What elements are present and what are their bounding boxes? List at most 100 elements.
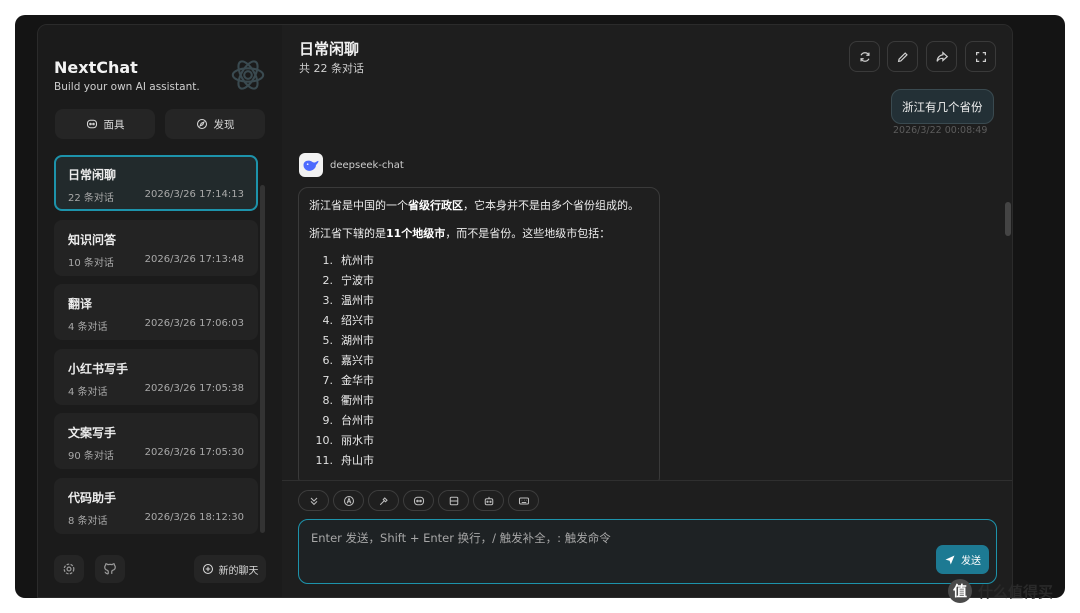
watermark-text: 什么值得买 — [978, 582, 1054, 601]
list-number: 5. — [322, 334, 334, 347]
brand-logo-icon — [231, 60, 265, 90]
sidebar-scrollbar[interactable] — [260, 185, 265, 533]
gear-icon — [63, 563, 75, 575]
session-item[interactable]: 小红书写手 4 条对话 2026/3/26 17:05:38 — [54, 348, 258, 405]
text-span: ，它本身并不是由多个省份组成的。 — [463, 199, 639, 212]
city-name: 杭州市 — [341, 254, 374, 267]
session-time: 2026/3/26 18:12:30 — [144, 511, 244, 523]
session-time: 2026/3/26 17:05:38 — [144, 382, 244, 394]
list-number: 7. — [322, 374, 334, 387]
bot-avatar — [299, 153, 323, 177]
edit-button[interactable] — [887, 41, 918, 72]
input-placeholder: Enter 发送，Shift + Enter 换行，/ 触发补全，: 触发命令 — [311, 531, 611, 545]
discover-button[interactable]: 发现 — [165, 109, 265, 139]
list-number: 1. — [322, 254, 334, 267]
theme-button[interactable] — [333, 490, 364, 511]
list-number: 6. — [322, 354, 334, 367]
prompt-icon — [379, 496, 388, 505]
chat-scrollbar[interactable] — [1005, 202, 1011, 236]
chat-title: 日常闲聊 — [299, 40, 360, 58]
app-window: NextChat Build your own AI assistant. 面具… — [37, 24, 1013, 598]
session-name: 翻译 — [68, 297, 93, 311]
watermark-badge: 值 — [948, 579, 972, 603]
session-count: 4 条对话 — [68, 386, 108, 398]
bot-message: 浙江省是中国的一个省级行政区，它本身并不是由多个省份组成的。 浙江省下辖的是11… — [298, 187, 660, 487]
pencil-icon — [897, 51, 908, 62]
list-number: 2. — [322, 274, 334, 287]
share-button[interactable] — [926, 41, 957, 72]
session-item[interactable]: 代码助手 8 条对话 2026/3/26 18:12:30 — [54, 477, 258, 534]
city-list: 1. 杭州市 2. 宁波市 3. 温州市 4. 绍兴市 5. 湖州市 6. 嘉兴市 7. 金华… — [309, 251, 649, 471]
list-number: 9. — [322, 414, 334, 427]
session-count: 10 条对话 — [68, 257, 114, 269]
github-icon — [104, 563, 116, 575]
break-icon — [449, 496, 458, 505]
new-chat-label: 新的聊天 — [218, 565, 259, 577]
list-item: 2. 宁波市 — [309, 271, 649, 291]
model-select-button[interactable] — [473, 490, 504, 511]
sidebar: NextChat Build your own AI assistant. 面具… — [38, 25, 282, 597]
app-subtitle: Build your own AI assistant. — [54, 81, 200, 93]
session-count: 90 条对话 — [68, 451, 114, 462]
bot-paragraph: 浙江省是中国的一个省级行政区，它本身并不是由多个省份组成的。 — [309, 197, 649, 215]
bold-text: 11个地级市 — [386, 227, 446, 240]
list-item: 1. 杭州市 — [309, 251, 649, 271]
session-time: 2026/3/26 17:13:48 — [144, 253, 244, 265]
list-item: 5. 湖州市 — [309, 331, 649, 351]
city-name: 金华市 — [341, 374, 374, 387]
send-icon — [945, 555, 955, 564]
city-name: 湖州市 — [341, 334, 374, 347]
text-span: ，而不是省份。这些地级市包括： — [445, 227, 611, 240]
city-name: 舟山市 — [341, 454, 374, 467]
city-name: 宁波市 — [341, 274, 374, 287]
refresh-button[interactable] — [849, 41, 880, 72]
list-item: 3. 温州市 — [309, 291, 649, 311]
session-time: 2026/3/26 17:14:13 — [144, 189, 244, 200]
robot-icon — [484, 496, 493, 505]
settings-button[interactable] — [54, 555, 84, 583]
prompt-button[interactable] — [368, 490, 399, 511]
list-item: 11. 舟山市 — [309, 451, 649, 471]
new-chat-button[interactable]: 新的聊天 — [194, 555, 266, 583]
send-button[interactable]: 发送 — [936, 545, 989, 574]
compass-icon — [196, 118, 207, 130]
github-button[interactable] — [95, 555, 125, 583]
list-number: 11. — [315, 454, 334, 467]
mask-label: 面具 — [103, 118, 125, 131]
message-input[interactable]: Enter 发送，Shift + Enter 换行，/ 触发补全，: 触发命令 … — [298, 519, 997, 584]
session-item[interactable]: 知识问答 10 条对话 2026/3/26 17:13:48 — [54, 219, 258, 276]
session-time: 2026/3/26 17:06:03 — [144, 318, 244, 329]
scroll-bottom-button[interactable] — [298, 490, 329, 511]
fullscreen-button[interactable] — [965, 41, 996, 72]
session-item[interactable]: 日常闲聊 22 条对话 2026/3/26 17:14:13 — [54, 155, 258, 211]
mask-button[interactable]: 面具 — [55, 109, 155, 139]
city-name: 丽水市 — [341, 434, 374, 447]
watermark: 值 什么值得买 — [948, 578, 1053, 604]
session-name: 小红书写手 — [68, 361, 129, 376]
session-count: 4 条对话 — [68, 322, 108, 333]
add-icon — [202, 563, 213, 575]
list-item: 10. 丽水市 — [309, 431, 649, 451]
session-item[interactable]: 翻译 4 条对话 2026/3/26 17:06:03 — [54, 284, 258, 340]
session-count: 8 条对话 — [68, 515, 108, 527]
bold-text: 省级行政区 — [408, 199, 463, 212]
chat-message-count: 共 22 条对话 — [299, 62, 364, 75]
fullscreen-icon — [975, 51, 986, 62]
city-name: 温州市 — [341, 294, 374, 307]
whale-icon — [303, 160, 319, 171]
send-label: 发送 — [961, 556, 981, 567]
session-name: 代码助手 — [68, 490, 117, 505]
mask-select-button[interactable] — [403, 490, 434, 511]
chevron-double-down-icon — [310, 497, 317, 505]
input-panel: Enter 发送，Shift + Enter 换行，/ 触发补全，: 触发命令 … — [282, 480, 1012, 597]
list-item: 7. 金华市 — [309, 371, 649, 391]
text-span: 浙江省下辖的是 — [309, 227, 386, 240]
list-number: 10. — [315, 434, 334, 447]
text-span: 浙江省是中国的一个 — [309, 199, 408, 212]
session-item[interactable]: 文案写手 90 条对话 2026/3/26 17:05:30 — [54, 413, 258, 469]
auto-theme-icon — [343, 495, 354, 506]
list-number: 4. — [322, 314, 334, 327]
list-number: 3. — [322, 294, 334, 307]
shortcut-button[interactable] — [508, 490, 539, 511]
clear-context-button[interactable] — [438, 490, 469, 511]
